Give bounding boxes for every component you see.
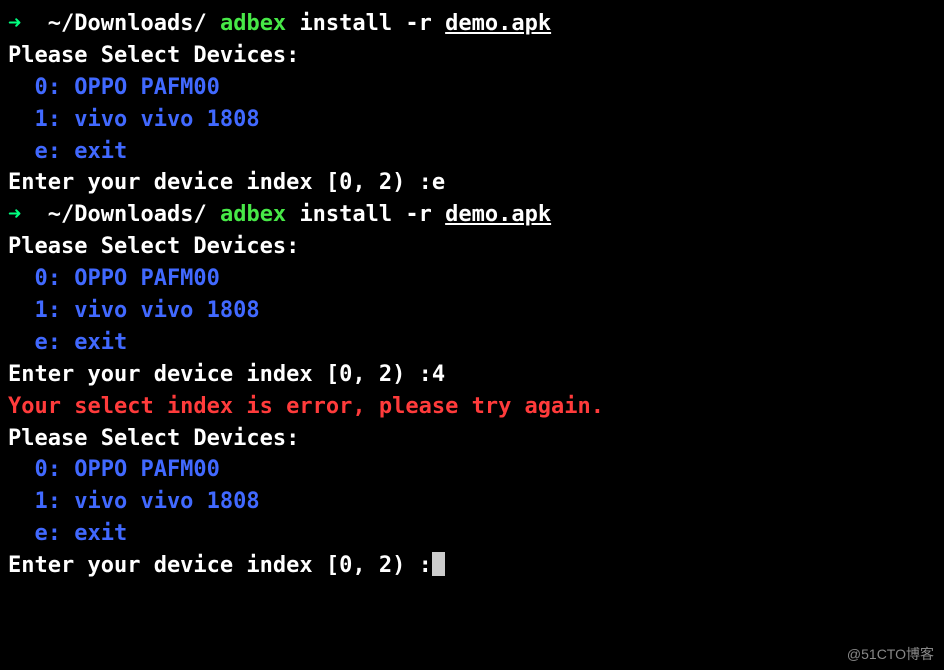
device-option-exit: e: exit <box>8 327 936 359</box>
device-option-0: 0: OPPO PAFM00 <box>8 72 936 104</box>
path-text: ~/Downloads/ <box>48 202 207 227</box>
select-prompt: Please Select Devices: <box>8 40 936 72</box>
device-option-exit: e: exit <box>8 518 936 550</box>
device-option-0: 0: OPPO PAFM00 <box>8 263 936 295</box>
cursor-icon <box>432 552 445 576</box>
user-input: e <box>432 170 445 195</box>
command-line-2: ➜ ~/Downloads/ adbex install -r demo.apk <box>8 199 936 231</box>
device-option-1: 1: vivo vivo 1808 <box>8 295 936 327</box>
enter-prompt-text: Enter your device index [0, 2) : <box>8 170 432 195</box>
command-args: install -r <box>299 202 431 227</box>
prompt-arrow-icon: ➜ <box>8 11 21 36</box>
path-text: ~/Downloads/ <box>48 11 207 36</box>
command-line-1: ➜ ~/Downloads/ adbex install -r demo.apk <box>8 8 936 40</box>
enter-prompt-text: Enter your device index [0, 2) : <box>8 553 432 578</box>
device-option-1: 1: vivo vivo 1808 <box>8 104 936 136</box>
select-prompt: Please Select Devices: <box>8 231 936 263</box>
watermark-text: @51CTO博客 <box>847 644 934 664</box>
input-prompt-line: Enter your device index [0, 2) :4 <box>8 359 936 391</box>
input-prompt-line: Enter your device index [0, 2) :e <box>8 167 936 199</box>
prompt-arrow-icon: ➜ <box>8 202 21 227</box>
device-option-1: 1: vivo vivo 1808 <box>8 486 936 518</box>
command-name: adbex <box>220 202 286 227</box>
error-message: Your select index is error, please try a… <box>8 391 936 423</box>
user-input: 4 <box>432 362 445 387</box>
command-name: adbex <box>220 11 286 36</box>
command-file: demo.apk <box>445 202 551 227</box>
device-option-exit: e: exit <box>8 136 936 168</box>
input-prompt-line[interactable]: Enter your device index [0, 2) : <box>8 550 936 582</box>
command-args: install -r <box>299 11 431 36</box>
enter-prompt-text: Enter your device index [0, 2) : <box>8 362 432 387</box>
command-file: demo.apk <box>445 11 551 36</box>
terminal-output[interactable]: ➜ ~/Downloads/ adbex install -r demo.apk… <box>8 8 936 582</box>
select-prompt: Please Select Devices: <box>8 423 936 455</box>
device-option-0: 0: OPPO PAFM00 <box>8 454 936 486</box>
